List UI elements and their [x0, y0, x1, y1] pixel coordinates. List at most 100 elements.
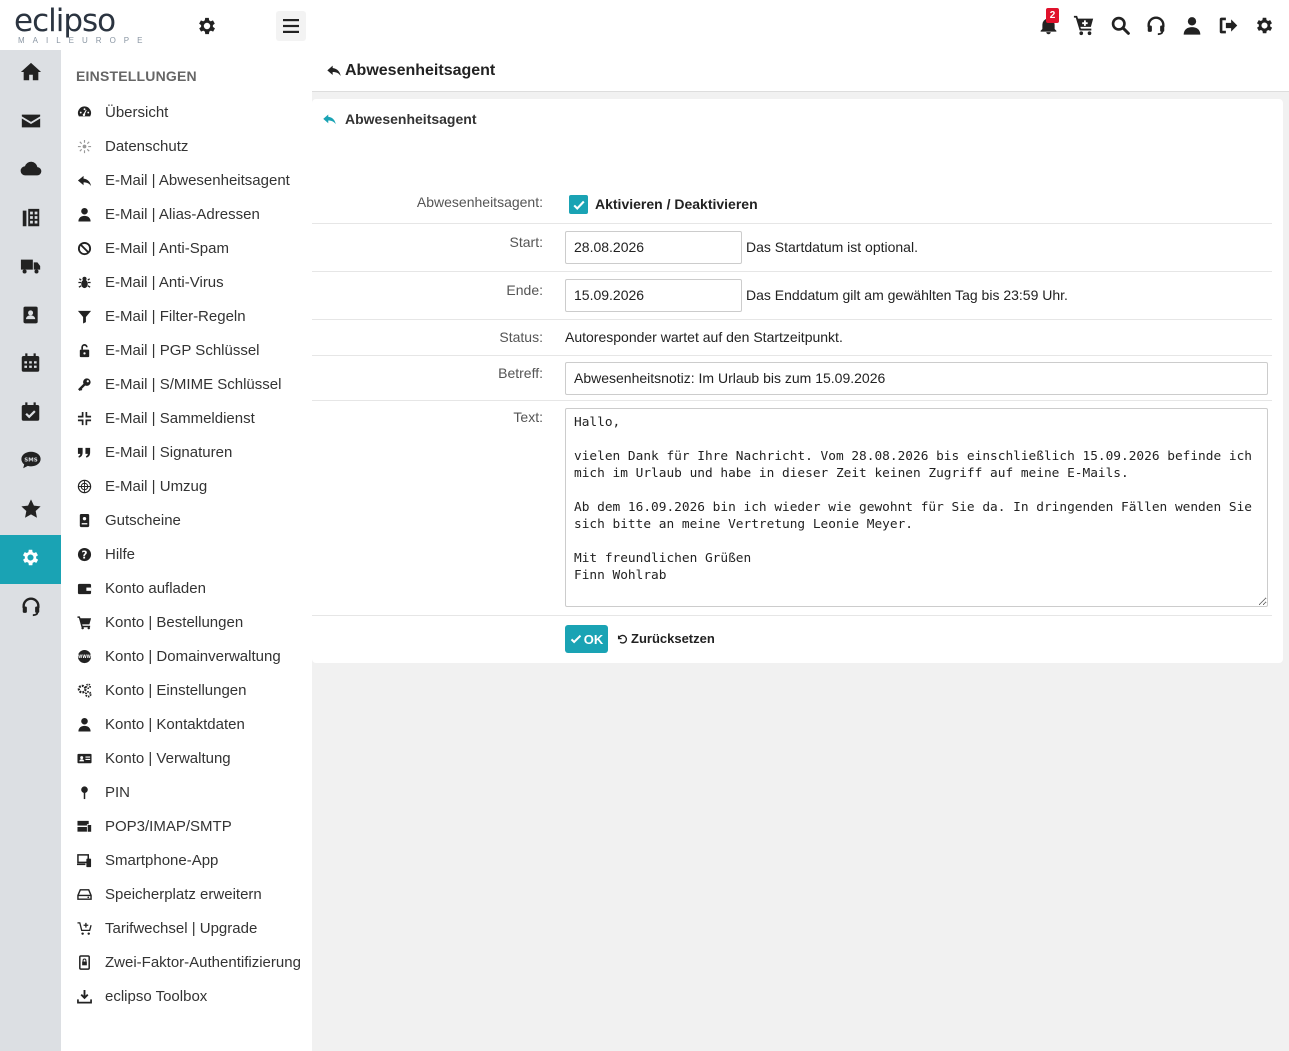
menu-item-20[interactable]: Konto | Verwaltung — [76, 741, 312, 775]
rail-home[interactable] — [0, 50, 61, 99]
menu-item-11[interactable]: E-Mail | Signaturen — [76, 435, 312, 469]
rail-office[interactable] — [0, 196, 61, 245]
menu-item-10[interactable]: E-Mail | Sammeldienst — [76, 401, 312, 435]
compress-icon — [76, 410, 92, 426]
reset-button[interactable]: Zurücksetzen — [616, 631, 715, 646]
user-icon — [76, 206, 92, 222]
menu-item-label: E-Mail | Abwesenheitsagent — [105, 171, 290, 189]
menu-item-13[interactable]: Gutscheine — [76, 503, 312, 537]
menu-item-18[interactable]: Konto | Einstellungen — [76, 673, 312, 707]
hamburger-menu-icon[interactable] — [276, 11, 306, 41]
gear-icon[interactable] — [1253, 13, 1275, 37]
menu-item-17[interactable]: WWW Konto | Domainverwaltung — [76, 639, 312, 673]
menu-item-2[interactable]: Datenschutz — [76, 129, 312, 163]
page-title: Abwesenheitsagent — [345, 62, 496, 79]
menu-item-7[interactable]: E-Mail | Filter-Regeln — [76, 299, 312, 333]
rail-tasks[interactable] — [0, 390, 61, 439]
menu-item-label: Konto | Domainverwaltung — [105, 647, 281, 665]
www-icon: WWW — [76, 648, 92, 664]
menu-item-12[interactable]: E-Mail | Umzug — [76, 469, 312, 503]
menu-item-23[interactable]: Smartphone-App — [76, 843, 312, 877]
menu-title: EINSTELLUNGEN — [76, 68, 197, 84]
hdd-icon — [76, 886, 92, 902]
menu-item-26[interactable]: Zwei-Faktor-Authentifizierung — [76, 945, 312, 979]
menu-item-15[interactable]: Konto aufladen — [76, 571, 312, 605]
menu-item-21[interactable]: PIN — [76, 775, 312, 809]
menu-item-label: E-Mail | Alias-Adressen — [105, 205, 260, 223]
menu-item-24[interactable]: Speicherplatz erweitern — [76, 877, 312, 911]
notification-badge: 2 — [1046, 8, 1059, 23]
dashboard-icon — [76, 104, 92, 120]
menu-item-22[interactable]: POP3/IMAP/SMTP — [76, 809, 312, 843]
menu-item-1[interactable]: Übersicht — [76, 95, 312, 129]
end-date-input[interactable]: 15.09.2026 — [565, 279, 742, 312]
privacy-icon — [76, 138, 92, 154]
svg-text:SMS: SMS — [24, 458, 37, 464]
rail-calendar[interactable] — [0, 341, 61, 390]
cart-icon[interactable] — [1073, 13, 1095, 37]
rail-cloud[interactable] — [0, 147, 61, 196]
settings-menu: EINSTELLUNGEN Übersicht Datenschutz E-Mail… — [61, 50, 312, 1051]
logout-icon[interactable] — [1217, 13, 1239, 37]
menu-item-label: Speicherplatz erweitern — [105, 885, 262, 903]
search-icon[interactable] — [1109, 13, 1131, 37]
user-icon — [76, 716, 92, 732]
office-icon — [20, 207, 42, 233]
menu-item-16[interactable]: Konto | Bestellungen — [76, 605, 312, 639]
status-value: Autoresponder wartet auf den Startzeitpu… — [565, 329, 843, 345]
user-icon[interactable] — [1181, 13, 1203, 37]
rail-mail[interactable] — [0, 99, 61, 148]
menu-item-27[interactable]: eclipso Toolbox — [76, 979, 312, 1013]
menu-item-9[interactable]: E-Mail | S/MIME Schlüssel — [76, 367, 312, 401]
menu-item-label: E-Mail | S/MIME Schlüssel — [105, 375, 282, 393]
subject-input[interactable]: Abwesenheitsnotiz: Im Urlaub bis zum 15.… — [565, 362, 1268, 395]
logo-subtext: MAILEUROPE — [18, 36, 151, 45]
menu-item-label: E-Mail | PGP Schlüssel — [105, 341, 260, 359]
menu-item-14[interactable]: ? Hilfe — [76, 537, 312, 571]
menu-item-8[interactable]: E-Mail | PGP Schlüssel — [76, 333, 312, 367]
menu-item-label: Konto | Verwaltung — [105, 749, 231, 767]
menu-item-label: Datenschutz — [105, 137, 189, 155]
reply-icon — [326, 63, 342, 79]
rail-delivery[interactable] — [0, 244, 61, 293]
rail-favorites[interactable] — [0, 487, 61, 536]
logo[interactable]: eclipso MAILEUROPE — [14, 4, 159, 46]
menu-item-5[interactable]: E-Mail | Anti-Spam — [76, 231, 312, 265]
globe-icon — [76, 478, 92, 494]
end-label: Ende: — [506, 282, 543, 298]
reply-icon — [322, 112, 337, 127]
agent-label: Abwesenheitsagent: — [416, 194, 543, 210]
id-card-icon — [76, 750, 92, 766]
menu-item-4[interactable]: E-Mail | Alias-Adressen — [76, 197, 312, 231]
mail-icon — [20, 110, 42, 136]
pin-icon — [76, 784, 92, 800]
support-icon — [20, 595, 42, 621]
rail-contacts[interactable] — [0, 293, 61, 342]
agent-checkbox[interactable] — [569, 195, 588, 214]
ok-button[interactable]: OK — [565, 625, 608, 653]
svg-text:?: ? — [81, 549, 87, 561]
tasks-icon — [20, 401, 41, 427]
message-textarea[interactable]: Hallo, vielen Dank für Ihre Nachricht. V… — [565, 408, 1268, 607]
gear-icon — [20, 547, 41, 572]
quick-settings-gear-icon[interactable] — [196, 15, 218, 37]
delivery-truck-icon — [19, 255, 43, 281]
menu-item-25[interactable]: Tarifwechsel | Upgrade — [76, 911, 312, 945]
headset-icon[interactable] — [1145, 13, 1167, 37]
logo-text: eclipso — [14, 3, 116, 39]
start-date-input[interactable]: 28.08.2026 — [565, 231, 742, 264]
rail-sms[interactable]: SMS — [0, 438, 61, 487]
rail-support[interactable] — [0, 584, 61, 633]
menu-item-3[interactable]: E-Mail | Abwesenheitsagent — [76, 163, 312, 197]
quote-icon — [76, 444, 92, 460]
menu-item-6[interactable]: E-Mail | Anti-Virus — [76, 265, 312, 299]
reply-icon — [76, 172, 92, 188]
menu-item-19[interactable]: Konto | Kontaktdaten — [76, 707, 312, 741]
bell-icon[interactable]: 2 — [1037, 8, 1059, 37]
help-icon: ? — [76, 546, 92, 562]
agent-checkbox-label[interactable]: Aktivieren / Deaktivieren — [595, 196, 758, 212]
top-bar: eclipso MAILEUROPE 2 — [0, 0, 1289, 50]
menu-item-label: Konto | Einstellungen — [105, 681, 247, 699]
check-icon — [572, 200, 585, 210]
rail-settings[interactable] — [0, 535, 61, 584]
